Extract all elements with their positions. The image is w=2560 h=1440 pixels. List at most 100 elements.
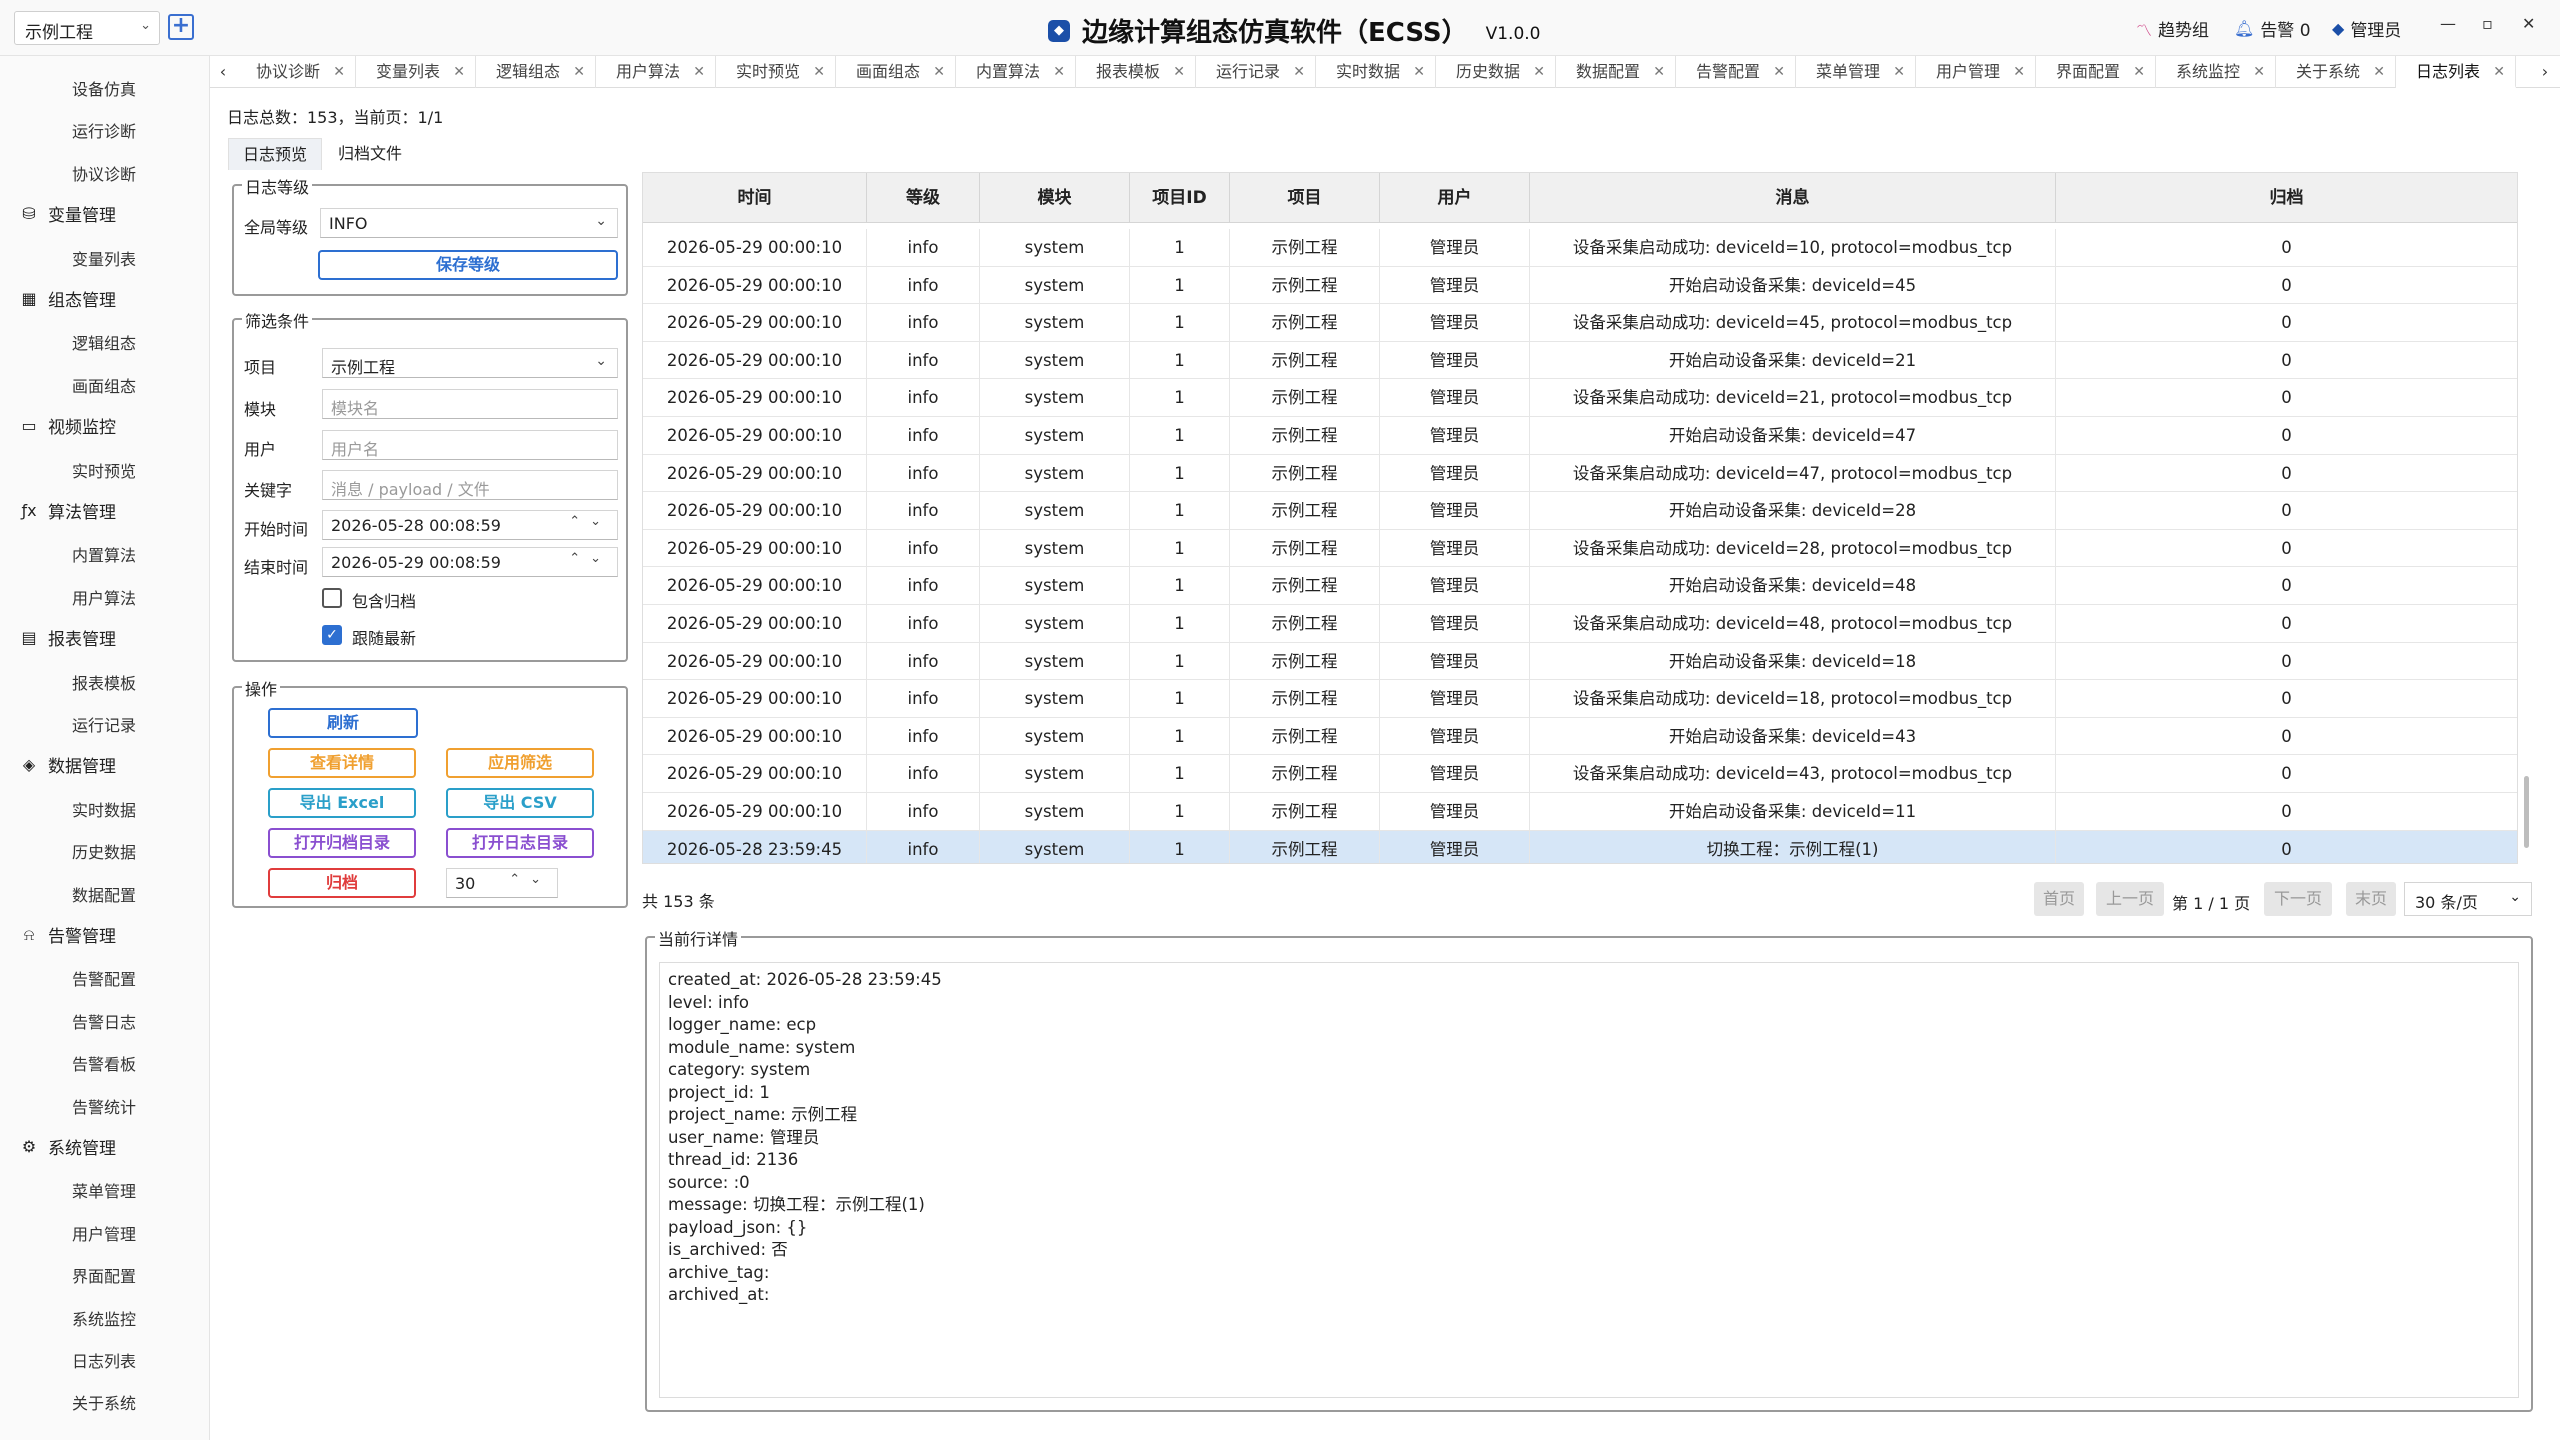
tab-9[interactable]: 实时数据 ✕ (1316, 56, 1436, 88)
tab-3[interactable]: 用户算法 ✕ (596, 56, 716, 88)
sidebar-group-25[interactable]: ⚙ 系统管理 (20, 1134, 116, 1159)
tab-13[interactable]: 菜单管理 ✕ (1796, 56, 1916, 88)
tab-11[interactable]: 数据配置 ✕ (1556, 56, 1676, 88)
prev-page-button[interactable]: 上一页 (2096, 882, 2164, 916)
refresh-button[interactable]: 刷新 (268, 708, 418, 738)
table-row[interactable]: 2026-05-29 00:00:10 info system 1 示例工程 管理员 设备采… (643, 304, 2517, 342)
table-row[interactable]: 2026-05-29 00:00:10 info system 1 示例工程 管理员 开始启… (643, 266, 2517, 305)
save-level-button[interactable]: 保存等级 (318, 250, 618, 280)
close-icon[interactable]: ✕ (2013, 56, 2025, 88)
include-archived-checkbox[interactable] (322, 588, 342, 608)
subtab-log-preview[interactable]: 日志预览 (228, 138, 323, 170)
keyword-input[interactable]: 消息 / payload / 文件 (322, 470, 618, 500)
close-icon[interactable]: ✕ (1413, 56, 1425, 88)
page-size-select[interactable]: 30 条/页 ⌄ (2404, 882, 2532, 916)
sidebar-group-16[interactable]: ◈ 数据管理 (20, 752, 116, 777)
row-detail-text[interactable]: created_at: 2026-05-28 23:59:45 level: i… (659, 962, 2519, 1398)
tab-scroll-left-icon[interactable]: ‹ (210, 56, 236, 88)
close-icon[interactable]: ✕ (693, 56, 705, 88)
table-row[interactable]: 2026-05-29 00:00:10 info system 1 示例工程 管理员 开始启… (643, 417, 2517, 455)
spin-arrows-icon[interactable]: ⌃⌄ (569, 514, 611, 529)
sidebar-item-12[interactable]: 用户算法 (72, 585, 136, 609)
close-icon[interactable]: ✕ (333, 56, 345, 88)
close-icon[interactable]: ✕ (2373, 56, 2385, 88)
first-page-button[interactable]: 首页 (2034, 882, 2084, 916)
tab-4[interactable]: 实时预览 ✕ (716, 56, 836, 88)
project-filter-select[interactable]: 示例工程 ⌄ (322, 348, 618, 378)
subtab-archive-files[interactable]: 归档文件 (324, 138, 416, 170)
sidebar-item-6[interactable]: 逻辑组态 (72, 330, 136, 354)
tab-17[interactable]: 关于系统 ✕ (2276, 56, 2396, 88)
table-row[interactable]: 2026-05-29 00:00:10 info system 1 示例工程 管理员 设备采… (643, 454, 2517, 493)
sidebar-group-8[interactable]: ▭ 视频监控 (20, 413, 116, 438)
close-icon[interactable]: ✕ (1173, 56, 1185, 88)
sidebar-item-2[interactable]: 协议诊断 (72, 161, 136, 185)
tab-15[interactable]: 界面配置 ✕ (2036, 56, 2156, 88)
table-row[interactable]: 2026-05-29 00:00:10 info system 1 示例工程 管理员 开始启… (643, 642, 2517, 681)
close-icon[interactable]: ✕ (1533, 56, 1545, 88)
close-icon[interactable]: ✕ (453, 56, 465, 88)
global-level-select[interactable]: INFO ⌄ (320, 208, 618, 238)
sidebar-group-13[interactable]: ▤ 报表管理 (20, 625, 116, 650)
sidebar-item-26[interactable]: 菜单管理 (72, 1178, 136, 1202)
close-icon[interactable]: ✕ (2493, 56, 2505, 88)
close-icon[interactable]: ✕ (2522, 14, 2535, 33)
tab-8[interactable]: 运行记录 ✕ (1196, 56, 1316, 88)
sidebar-item-9[interactable]: 实时预览 (72, 458, 136, 482)
tab-12[interactable]: 告警配置 ✕ (1676, 56, 1796, 88)
column-header[interactable]: 等级 (867, 173, 980, 223)
export-csv-button[interactable]: 导出 CSV (446, 788, 594, 818)
tab-14[interactable]: 用户管理 ✕ (1916, 56, 2036, 88)
column-header[interactable]: 时间 (643, 173, 867, 223)
project-select[interactable]: 示例工程 ⌄ (14, 11, 160, 45)
column-header[interactable]: 模块 (980, 173, 1130, 223)
tab-scroll-right-icon[interactable]: › (2532, 56, 2558, 88)
sidebar-group-10[interactable]: ƒx 算法管理 (20, 498, 116, 523)
close-icon[interactable]: ✕ (2253, 56, 2265, 88)
sidebar-item-31[interactable]: 关于系统 (72, 1390, 136, 1414)
next-page-button[interactable]: 下一页 (2264, 882, 2332, 916)
sidebar-item-22[interactable]: 告警日志 (72, 1009, 136, 1033)
table-row[interactable]: 2026-05-29 00:00:10 info system 1 示例工程 管理员 设备采… (643, 755, 2517, 793)
table-row[interactable]: 2026-05-29 00:00:10 info system 1 示例工程 管理员 开始启… (643, 567, 2517, 605)
sidebar-item-24[interactable]: 告警统计 (72, 1094, 136, 1118)
tab-5[interactable]: 画面组态 ✕ (836, 56, 956, 88)
tab-1[interactable]: 变量列表 ✕ (356, 56, 476, 88)
tab-2[interactable]: 逻辑组态 ✕ (476, 56, 596, 88)
spin-arrows-icon[interactable]: ⌃⌄ (509, 872, 551, 887)
close-icon[interactable]: ✕ (1893, 56, 1905, 88)
tab-0[interactable]: 协议诊断 ✕ (236, 56, 356, 88)
table-row[interactable]: 2026-05-29 00:00:10 info system 1 示例工程 管理员 设备采… (643, 680, 2517, 718)
archive-days-spinbox[interactable]: 30 ⌃⌄ (446, 868, 558, 898)
sidebar-item-21[interactable]: 告警配置 (72, 966, 136, 990)
tab-7[interactable]: 报表模板 ✕ (1076, 56, 1196, 88)
sidebar-item-14[interactable]: 报表模板 (72, 670, 136, 694)
open-log-dir-button[interactable]: 打开日志目录 (446, 828, 594, 858)
open-archive-dir-button[interactable]: 打开归档目录 (268, 828, 416, 858)
close-icon[interactable]: ✕ (813, 56, 825, 88)
last-page-button[interactable]: 末页 (2346, 882, 2396, 916)
close-icon[interactable]: ✕ (1053, 56, 1065, 88)
table-row[interactable]: 2026-05-29 00:00:10 info system 1 示例工程 管理员 开始启… (643, 341, 2517, 380)
view-detail-button[interactable]: 查看详情 (268, 748, 416, 778)
sidebar-item-23[interactable]: 告警看板 (72, 1051, 136, 1075)
close-icon[interactable]: ✕ (2133, 56, 2145, 88)
table-row[interactable]: 2026-05-28 23:59:45 info system 1 示例工程 管理员 切换工… (643, 830, 2517, 863)
minimize-icon[interactable]: — (2440, 14, 2456, 33)
maximize-icon[interactable]: ▫ (2482, 14, 2493, 33)
close-icon[interactable]: ✕ (573, 56, 585, 88)
spin-arrows-icon[interactable]: ⌃⌄ (569, 551, 611, 566)
apply-filter-button[interactable]: 应用筛选 (446, 748, 594, 778)
table-row[interactable]: 2026-05-29 00:00:10 info system 1 示例工程 管理员 设备采… (643, 605, 2517, 643)
column-header[interactable]: 消息 (1530, 173, 2056, 223)
table-row[interactable]: 2026-05-29 00:00:10 info system 1 示例工程 管理员 开始启… (643, 793, 2517, 831)
tab-6[interactable]: 内置算法 ✕ (956, 56, 1076, 88)
sidebar-item-19[interactable]: 数据配置 (72, 882, 136, 906)
table-scrollbar[interactable] (2524, 776, 2529, 848)
archive-button[interactable]: 归档 (268, 868, 416, 898)
trend-group-button[interactable]: 〽 趋势组 (2136, 16, 2209, 42)
sidebar-item-11[interactable]: 内置算法 (72, 542, 136, 566)
follow-latest-checkbox[interactable]: ✓ (322, 625, 342, 645)
user-button[interactable]: ◆ 管理员 (2332, 16, 2401, 41)
user-input[interactable]: 用户名 (322, 430, 618, 460)
